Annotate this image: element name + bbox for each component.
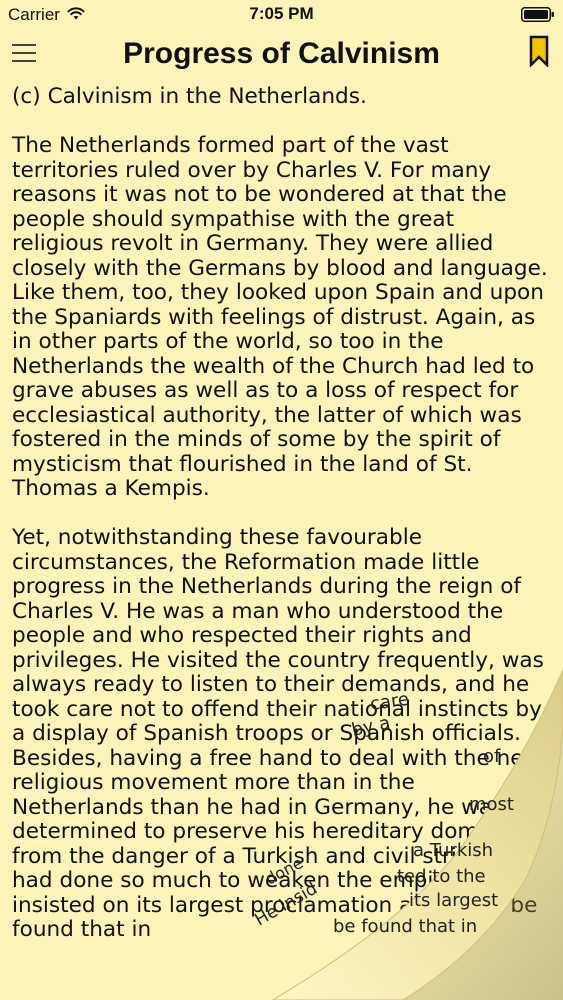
bookmark-icon[interactable]: [529, 35, 549, 67]
nav-bar: Progress of Calvinism: [0, 30, 563, 78]
hamburger-menu-icon: [12, 44, 36, 46]
menu-button[interactable]: [12, 41, 38, 63]
paragraph: Yet, notwithstanding these favourable ci…: [12, 525, 544, 942]
article-body: (c) Calvinism in the Netherlands. The Ne…: [12, 84, 552, 967]
section-heading: (c) Calvinism in the Netherlands.: [12, 84, 367, 109]
battery-icon: [521, 7, 554, 22]
page-title: Progress of Calvinism: [123, 37, 440, 70]
paragraph: The Netherlands formed part of the vast …: [12, 133, 548, 501]
clock: 7:05 PM: [249, 4, 314, 23]
status-bar: Carrier 7:05 PM: [0, 0, 563, 30]
